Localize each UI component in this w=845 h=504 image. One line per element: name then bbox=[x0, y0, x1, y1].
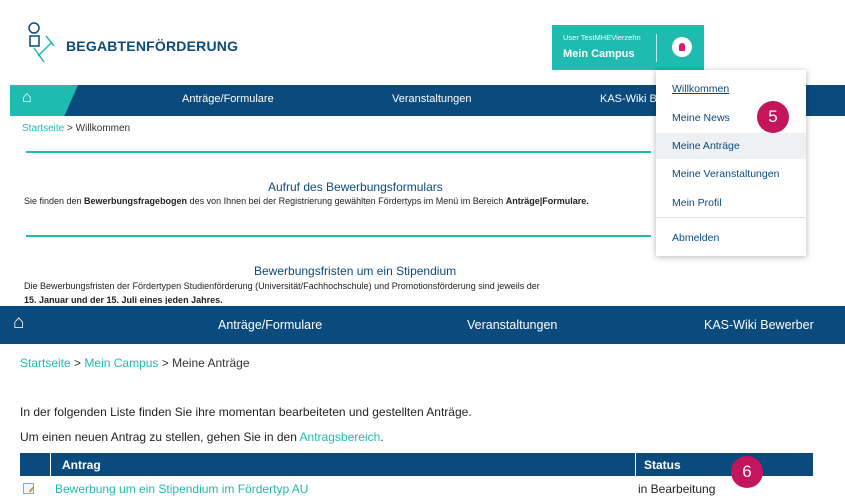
new-application-text: Um einen neuen Antrag zu stellen, gehen … bbox=[20, 430, 384, 444]
nav-antraege-formulare[interactable]: Anträge/Formulare bbox=[182, 93, 274, 105]
menu-item-meine-antraege[interactable]: Meine Anträge bbox=[656, 133, 806, 159]
campus-dropdown-menu: Willkommen Meine News Meine Anträge Mein… bbox=[656, 70, 806, 256]
application-status: in Bearbeitung bbox=[638, 482, 716, 496]
application-link[interactable]: Bewerbung um ein Stipendium im Fördertyp… bbox=[55, 482, 308, 496]
column-divider bbox=[50, 453, 51, 476]
home-icon: ⌂ bbox=[22, 89, 32, 106]
mein-campus-button[interactable]: User TestMHEVierzehn Mein Campus bbox=[552, 25, 704, 70]
nav-kas-wiki[interactable]: KAS-Wiki Be bbox=[600, 93, 663, 105]
divider bbox=[26, 235, 651, 237]
text-bold: Anträge|Formulare. bbox=[505, 196, 589, 206]
nav-home[interactable]: ⌂ bbox=[10, 85, 78, 116]
home-icon[interactable]: ⌂ bbox=[13, 312, 24, 334]
nav-veranstaltungen[interactable]: Veranstaltungen bbox=[392, 93, 472, 105]
my-applications-page-screenshot: ⌂ Anträge/Formulare Veranstaltungen KAS-… bbox=[0, 306, 845, 504]
column-header-antrag[interactable]: Antrag bbox=[62, 458, 101, 472]
section-heading-form: Aufruf des Bewerbungsformulars bbox=[268, 180, 443, 194]
menu-item-abmelden[interactable]: Abmelden bbox=[656, 225, 806, 251]
breadcrumb-separator: > bbox=[74, 356, 82, 370]
logo-icon bbox=[28, 22, 55, 63]
menu-item-meine-veranstaltungen[interactable]: Meine Veranstaltungen bbox=[656, 161, 806, 187]
edit-icon[interactable] bbox=[23, 483, 34, 494]
breadcrumb-current: Meine Anträge bbox=[172, 356, 250, 370]
breadcrumb-separator: > bbox=[161, 356, 169, 370]
breadcrumb: Startseite > Willkommen bbox=[22, 123, 130, 134]
welcome-page-screenshot: BEGABTENFÖRDERUNG User TestMHEVierzehn M… bbox=[0, 0, 845, 304]
section-text-form: Sie finden den Bewerbungsfragebogen des … bbox=[24, 196, 589, 206]
breadcrumb-home[interactable]: Startseite bbox=[22, 123, 64, 134]
user-avatar-icon[interactable] bbox=[672, 37, 692, 57]
column-header-status[interactable]: Status bbox=[644, 458, 681, 472]
campus-divider bbox=[656, 34, 657, 62]
text-part: des von Ihnen bei der Registrierung gewä… bbox=[187, 196, 506, 206]
step-badge-6: 6 bbox=[731, 456, 763, 488]
table-header: Antrag Status bbox=[20, 453, 813, 476]
text-part: . bbox=[380, 430, 384, 444]
breadcrumb-current: Willkommen bbox=[75, 123, 131, 134]
section-text-deadlines: Die Bewerbungsfristen der Fördertypen St… bbox=[24, 281, 540, 291]
section-heading-deadlines: Bewerbungsfristen um ein Stipendium bbox=[254, 264, 457, 278]
campus-title: Mein Campus bbox=[563, 48, 635, 60]
nav-antraege-formulare[interactable]: Anträge/Formulare bbox=[218, 318, 322, 332]
intro-text: In der folgenden Liste finden Sie ihre m… bbox=[20, 405, 472, 419]
text-bold: Bewerbungsfragebogen bbox=[84, 196, 188, 206]
step-badge-5: 5 bbox=[757, 101, 789, 133]
section-text-deadline-dates: 15. Januar und der 15. Juli eines jeden … bbox=[24, 295, 223, 304]
main-nav: ⌂ Anträge/Formulare Veranstaltungen KAS-… bbox=[0, 306, 845, 344]
divider bbox=[26, 151, 651, 153]
text-part: Sie finden den bbox=[24, 196, 85, 206]
brand-name[interactable]: BEGABTENFÖRDERUNG bbox=[66, 38, 238, 54]
menu-item-mein-profil[interactable]: Mein Profil bbox=[656, 190, 806, 216]
nav-kas-wiki-bewerber[interactable]: KAS-Wiki Bewerber bbox=[704, 318, 814, 332]
text-part: Um einen neuen Antrag zu stellen, gehen … bbox=[20, 430, 300, 444]
campus-user-name: User TestMHEVierzehn bbox=[563, 33, 641, 42]
antragsbereich-link[interactable]: Antragsbereich bbox=[300, 430, 381, 444]
menu-divider bbox=[656, 217, 806, 218]
table-row[interactable]: Bewerbung um ein Stipendium im Fördertyp… bbox=[20, 476, 813, 500]
breadcrumb-home[interactable]: Startseite bbox=[20, 356, 71, 370]
menu-item-willkommen[interactable]: Willkommen bbox=[656, 76, 806, 102]
breadcrumb-mein-campus[interactable]: Mein Campus bbox=[84, 356, 158, 370]
breadcrumb: Startseite > Mein Campus > Meine Anträge bbox=[20, 356, 250, 370]
breadcrumb-separator: > bbox=[67, 123, 73, 134]
nav-veranstaltungen[interactable]: Veranstaltungen bbox=[467, 318, 557, 332]
column-divider bbox=[635, 453, 636, 476]
